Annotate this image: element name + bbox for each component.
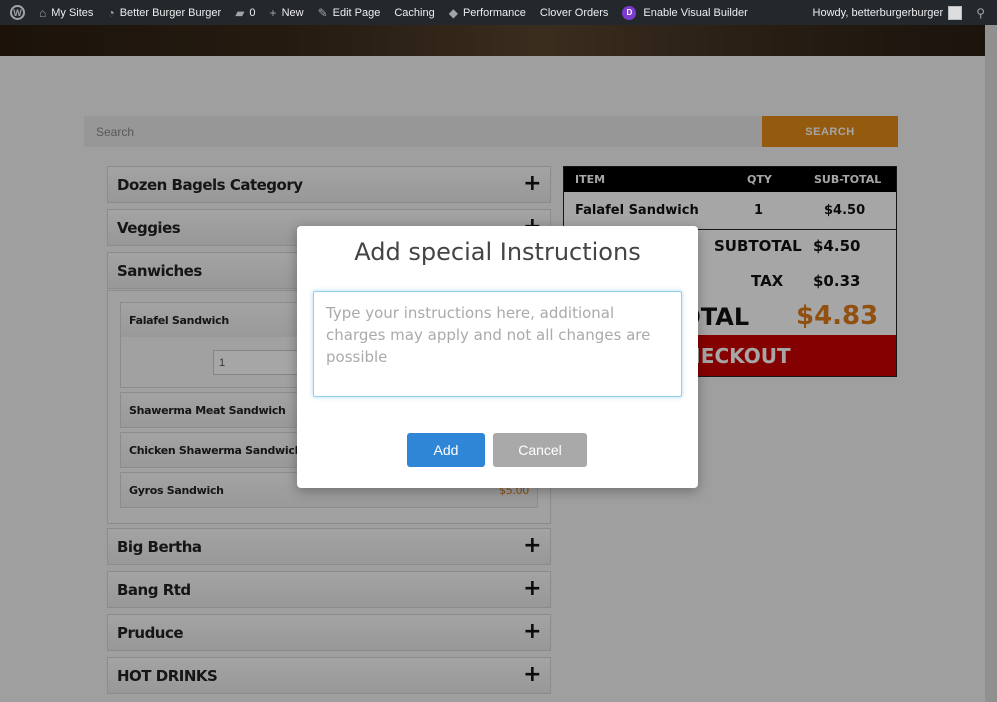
visual-builder-label: Enable Visual Builder [643, 6, 748, 19]
pencil-icon: ✎ [317, 5, 328, 20]
add-button[interactable]: Add [407, 433, 485, 467]
admin-bar: W ⌂ My Sites ◔ Better Burger Burger ▰ 0 + Ne… [0, 0, 997, 25]
visual-builder-link[interactable]: D Enable Visual Builder [615, 0, 754, 25]
clover-orders-label: Clover Orders [539, 6, 609, 19]
comments-count: 0 [249, 6, 256, 19]
edit-page-label: Edit Page [332, 6, 381, 19]
performance-label: Performance [462, 6, 526, 19]
caching-label: Caching [394, 6, 435, 19]
search-icon: ⚲ [976, 5, 985, 20]
my-sites-link[interactable]: ⌂ My Sites [32, 0, 100, 25]
edit-page-link[interactable]: ✎ Edit Page [311, 0, 388, 25]
site-name-label: Better Burger Burger [119, 6, 222, 19]
avatar [948, 5, 963, 20]
special-instructions-modal: Add special Instructions Add Cancel [297, 226, 698, 488]
new-content-link[interactable]: + New [263, 0, 311, 25]
comments-link[interactable]: ▰ 0 [228, 0, 262, 25]
clover-orders-link[interactable]: Clover Orders [533, 0, 615, 25]
wordpress-menu[interactable]: W [0, 0, 32, 25]
caching-link[interactable]: Caching [387, 0, 441, 25]
performance-icon: ◆ [448, 5, 458, 20]
site-name-link[interactable]: ◔ Better Burger Burger [100, 0, 228, 25]
comment-icon: ▰ [235, 5, 245, 20]
account-menu[interactable]: Howdy, betterburgerburger [806, 0, 970, 25]
wordpress-icon: W [10, 5, 25, 20]
divi-icon: D [622, 5, 637, 20]
new-label: New [281, 6, 304, 19]
my-sites-icon: ⌂ [39, 5, 47, 20]
howdy-label: Howdy, betterburgerburger [812, 6, 944, 19]
plus-icon: + [269, 5, 277, 20]
cancel-button[interactable]: Cancel [493, 433, 587, 467]
my-sites-label: My Sites [51, 6, 94, 19]
instructions-textarea[interactable] [313, 291, 682, 397]
modal-title: Add special Instructions [354, 238, 641, 266]
dashboard-icon: ◔ [107, 5, 115, 20]
admin-search-button[interactable]: ⚲ [969, 0, 997, 25]
performance-link[interactable]: ◆ Performance [442, 0, 533, 25]
